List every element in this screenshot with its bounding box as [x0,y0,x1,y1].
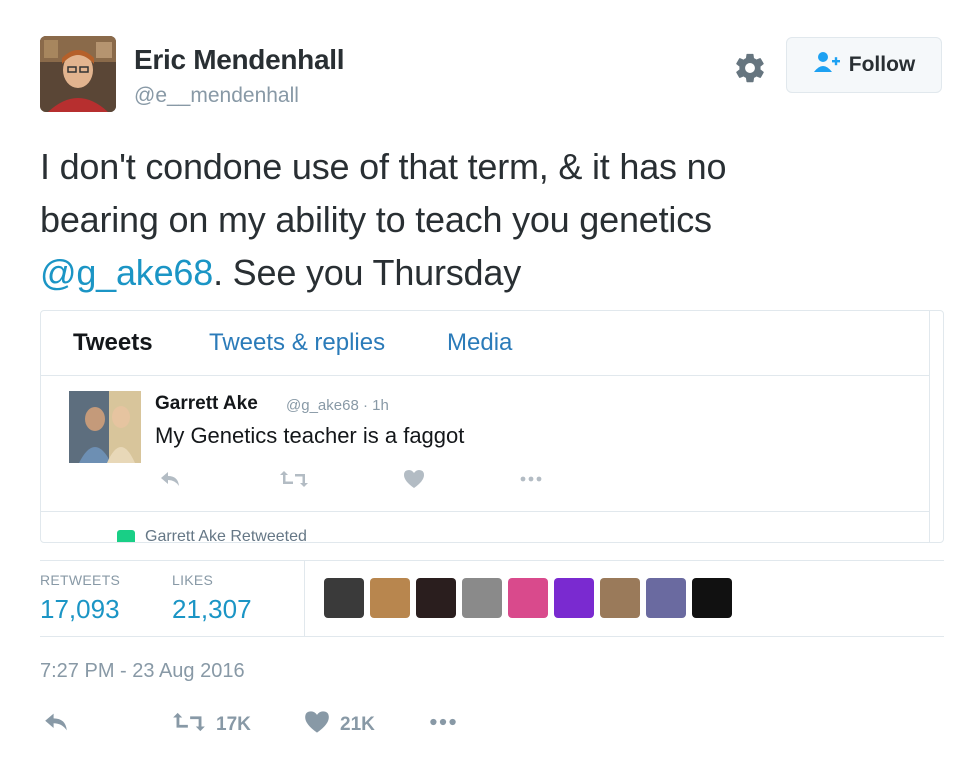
embedded-divider [41,511,929,512]
liker-avatar[interactable] [600,578,640,618]
retweet-badge-icon [117,529,135,542]
retweet-icon [279,469,309,489]
stats-top-divider [40,560,944,561]
likes-count: 21,307 [172,594,252,624]
liker-avatar[interactable] [370,578,410,618]
tweet-line-3: @g_ake68. See you Thursday [40,246,940,299]
likes-label: LIKES [172,572,214,588]
tab-tweets: Tweets [73,329,153,356]
attached-screenshot[interactable]: Tweets Tweets & replies Media Garrett Ak… [40,310,944,543]
liker-avatar[interactable] [416,578,456,618]
more-icon [519,469,543,489]
retweet-count: 17K [216,714,251,735]
embedded-tweet-text: My Genetics teacher is a faggot [155,423,465,448]
author-handle[interactable]: @e__mendenhall [134,84,299,108]
tweet-line-1: I don't condone use of that term, & it h… [40,146,727,187]
mention-link[interactable]: @g_ake68 [40,252,213,293]
reply-button[interactable] [42,710,70,740]
tweet-text: I don't condone use of that term, & it h… [40,140,940,299]
embedded-author-meta: @g_ake68 · 1h [286,397,389,414]
tab-media: Media [447,329,513,356]
like-button[interactable]: 21K [304,710,375,740]
liker-avatar[interactable] [646,578,686,618]
embedded-avatar [69,391,141,463]
follow-label: Follow [848,53,916,76]
gear-icon[interactable] [733,51,767,85]
stats-separator [304,560,305,636]
retweeted-label: Garrett Ake Retweeted [145,528,307,543]
profile-tabs: Tweets Tweets & replies Media [41,311,929,376]
heart-icon [304,710,330,740]
retweeted-row: Garrett Ake Retweeted [117,528,307,543]
heart-icon [403,469,425,489]
tab-tweets-replies: Tweets & replies [209,329,386,356]
likes-stat[interactable]: LIKES 21,307 [172,572,252,625]
retweet-button[interactable]: 17K [172,710,251,740]
liker-avatar[interactable] [462,578,502,618]
author-avatar[interactable] [40,36,116,112]
embedded-author-name: Garrett Ake [155,393,258,414]
tweet-line-3-rest: . See you Thursday [213,252,521,293]
reply-icon [42,710,70,740]
liker-avatar[interactable] [324,578,364,618]
stats-bottom-divider [40,636,944,637]
more-button[interactable] [428,710,458,740]
tweet-line-2: bearing on my ability to teach you genet… [40,199,712,240]
retweets-label: RETWEETS [40,572,121,588]
more-icon [428,710,458,740]
retweet-icon [172,710,206,740]
tweet-timestamp[interactable]: 7:27 PM - 23 Aug 2016 [40,660,245,683]
liker-avatar[interactable] [692,578,732,618]
liker-avatar[interactable] [554,578,594,618]
follow-person-icon [813,51,841,79]
retweets-count: 17,093 [40,594,120,624]
retweets-stat[interactable]: RETWEETS 17,093 [40,572,120,625]
like-count: 21K [340,714,375,735]
follow-button[interactable]: Follow [786,37,942,93]
author-name[interactable]: Eric Mendenhall [134,44,345,76]
screenshot-content: Tweets Tweets & replies Media Garrett Ak… [41,311,930,543]
reply-icon [159,469,181,489]
liker-avatar[interactable] [508,578,548,618]
